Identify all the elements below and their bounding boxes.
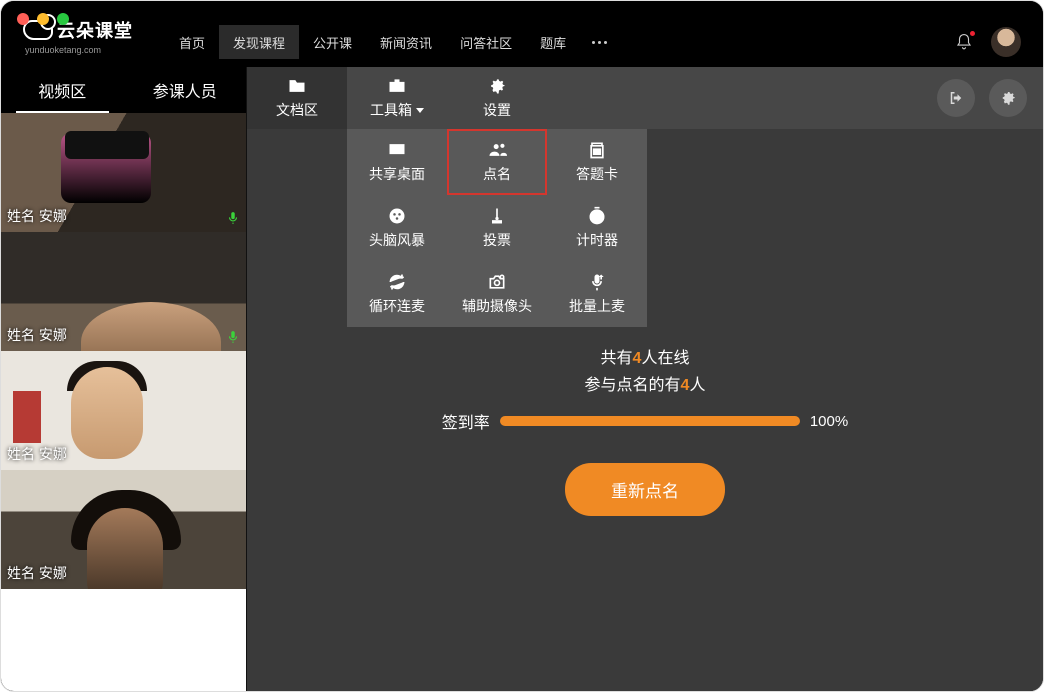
dd-label: 循环连麦 [369, 296, 425, 316]
main-area: 文档区 工具箱 设置 [247, 67, 1043, 691]
nav-items: 首页 发现课程 公开课 新闻资讯 问答社区 题库 [165, 25, 619, 59]
dd-label: 点名 [483, 164, 511, 184]
top-nav: 云朵课堂 yunduoketang.com 首页 发现课程 公开课 新闻资讯 问… [1, 1, 1043, 67]
dd-share-screen[interactable]: 共享桌面 [347, 129, 447, 195]
dd-answer-card[interactable]: 答题卡 [547, 129, 647, 195]
logo-subtext: yunduoketang.com [25, 45, 101, 55]
people-icon [486, 140, 508, 160]
brainstorm-icon [386, 206, 408, 226]
video-cell[interactable]: 姓名 安娜 [1, 470, 246, 589]
folder-icon [285, 76, 309, 96]
video-name: 姓名 安娜 [7, 325, 67, 345]
retry-rollcall-button[interactable]: 重新点名 [565, 463, 725, 516]
dd-label: 答题卡 [576, 164, 618, 184]
nav-discover[interactable]: 发现课程 [219, 25, 299, 59]
tab-video[interactable]: 视频区 [1, 67, 124, 113]
timer-icon [586, 206, 608, 226]
mic-icon [226, 329, 240, 345]
stats-text: 共有4人在线 参与点名的有4人 [585, 345, 706, 399]
briefcase-icon [385, 76, 409, 96]
dd-timer[interactable]: 计时器 [547, 195, 647, 261]
tool-settings[interactable]: 设置 [447, 67, 547, 129]
nav-more[interactable] [580, 25, 619, 59]
window-close[interactable] [17, 13, 29, 25]
toolbar: 文档区 工具箱 设置 [247, 67, 1043, 129]
mic-up-icon [586, 272, 608, 292]
dd-vote[interactable]: 投票 [447, 195, 547, 261]
tool-label: 工具箱 [370, 100, 412, 120]
bell-icon[interactable] [955, 33, 973, 51]
dd-cycle-mic[interactable]: 循环连麦 [347, 261, 447, 327]
avatar[interactable] [991, 27, 1021, 57]
video-name: 姓名 安娜 [7, 206, 67, 226]
chevron-down-icon [416, 108, 424, 113]
video-cell-empty [1, 589, 246, 691]
settings-button[interactable] [989, 79, 1027, 117]
video-cell[interactable]: 姓名 安娜 [1, 232, 246, 351]
nav-home[interactable]: 首页 [165, 25, 219, 59]
dd-label: 计时器 [576, 230, 618, 250]
progress-bar [500, 416, 800, 426]
window-zoom[interactable] [57, 13, 69, 25]
card-icon [586, 140, 608, 160]
video-sidebar: 视频区 参课人员 姓名 安娜 姓名 安娜 姓名 安娜 [1, 67, 247, 691]
exit-button[interactable] [937, 79, 975, 117]
progress-fill [500, 416, 800, 426]
nav-news[interactable]: 新闻资讯 [366, 25, 446, 59]
notification-dot [970, 31, 975, 36]
dd-label: 投票 [483, 230, 511, 250]
dd-label: 共享桌面 [369, 164, 425, 184]
tool-label: 设置 [483, 100, 511, 120]
nav-qa[interactable]: 问答社区 [446, 25, 526, 59]
nav-question-bank[interactable]: 题库 [526, 25, 580, 59]
screen-share-icon [386, 140, 408, 160]
window-minimize[interactable] [37, 13, 49, 25]
dd-brainstorm[interactable]: 头脑风暴 [347, 195, 447, 261]
toolbox-dropdown: 共享桌面 点名 答题卡 头脑风暴 投票 [347, 129, 647, 327]
tool-doc[interactable]: 文档区 [247, 67, 347, 129]
tab-participants[interactable]: 参课人员 [124, 67, 247, 113]
video-cell[interactable]: 姓名 安娜 [1, 113, 246, 232]
dd-label: 辅助摄像头 [462, 296, 532, 316]
video-name: 姓名 安娜 [7, 444, 67, 464]
video-cell[interactable]: 姓名 安娜 [1, 351, 246, 470]
dd-roll-call[interactable]: 点名 [447, 129, 547, 195]
mic-icon [226, 210, 240, 226]
vote-icon [486, 206, 508, 226]
dd-label: 批量上麦 [569, 296, 625, 316]
video-list: 姓名 安娜 姓名 安娜 姓名 安娜 姓名 安娜 [1, 113, 246, 691]
gear-icon [485, 76, 509, 96]
rate-percent: 100% [810, 413, 848, 430]
tool-label: 文档区 [276, 100, 318, 120]
dd-aux-camera[interactable]: 辅助摄像头 [447, 261, 547, 327]
dd-batch-mic[interactable]: 批量上麦 [547, 261, 647, 327]
dd-label: 头脑风暴 [369, 230, 425, 250]
rate-label: 签到率 [442, 409, 490, 433]
video-name: 姓名 安娜 [7, 563, 67, 583]
nav-open-class[interactable]: 公开课 [299, 25, 366, 59]
tool-toolbox[interactable]: 工具箱 [347, 67, 447, 129]
camera-icon [486, 272, 508, 292]
cycle-icon [386, 272, 408, 292]
